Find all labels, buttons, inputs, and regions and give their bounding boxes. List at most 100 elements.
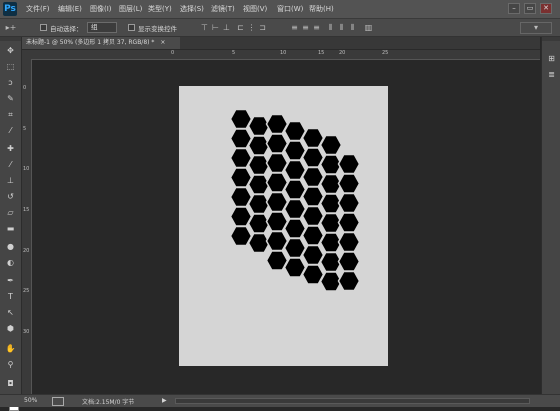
hexagon-shape[interactable]: [247, 115, 271, 137]
adjust-panel-icon[interactable]: ≣: [545, 69, 558, 80]
distribute-hcenter-icon[interactable]: ⦀: [337, 23, 346, 32]
hexagon-pattern[interactable]: [179, 86, 388, 366]
quick-select-icon[interactable]: ✎: [3, 93, 18, 105]
ruler-left-label: 0: [23, 85, 27, 91]
ruler-top-label: 5: [232, 50, 236, 56]
gradient-icon[interactable]: ▬: [3, 223, 18, 235]
align-hcenter-icon[interactable]: ⋮: [247, 23, 256, 32]
pen-icon[interactable]: ✒: [3, 275, 18, 287]
menu-select[interactable]: 选择(S): [180, 3, 204, 15]
hand-icon[interactable]: ✋: [3, 343, 18, 355]
hexagon-shape[interactable]: [337, 192, 361, 214]
hexagon-shape[interactable]: [337, 251, 361, 272]
menu-window[interactable]: 窗口(W): [277, 3, 303, 15]
align-bottom-icon[interactable]: ⊥: [222, 23, 231, 32]
move-tool-preset-icon[interactable]: ▸+: [4, 23, 18, 32]
ruler-top-label: 20: [339, 50, 346, 56]
document-tab-title: 未标题-1 @ 50% (多边形 1 拷贝 37, RGB/8) *: [26, 39, 155, 46]
hexagon-shape[interactable]: [247, 135, 271, 156]
type-icon[interactable]: T: [3, 291, 18, 303]
tab-close-icon[interactable]: ×: [160, 39, 165, 46]
ruler-left-label: 30: [23, 329, 30, 335]
auto-select-checkbox[interactable]: [40, 24, 47, 31]
align-left-icon[interactable]: ⊏: [236, 23, 245, 32]
right-panel-grip[interactable]: [542, 37, 560, 41]
distribute-top-icon[interactable]: ≡: [290, 23, 299, 32]
close-button[interactable]: ✕: [540, 3, 552, 14]
crop-icon[interactable]: ⌗: [3, 109, 18, 121]
menu-type[interactable]: 类型(Y): [148, 3, 172, 15]
hexagon-shape[interactable]: [337, 212, 361, 233]
healing-icon[interactable]: ✚: [3, 143, 18, 155]
hexagon-shape[interactable]: [247, 193, 271, 215]
menu-edit[interactable]: 编辑(E): [58, 3, 82, 15]
shape-icon[interactable]: ⬢: [3, 323, 18, 335]
quick-mask-icon[interactable]: ◘: [3, 378, 18, 390]
document-canvas[interactable]: [179, 86, 388, 366]
hexagon-shape[interactable]: [247, 213, 271, 234]
ruler-top-label: 25: [382, 50, 389, 56]
auto-select-dropdown[interactable]: 组: [87, 22, 117, 33]
restore-button[interactable]: ▭: [524, 3, 536, 14]
zoom-icon[interactable]: ⚲: [3, 359, 18, 371]
zoom-level[interactable]: 50%: [24, 397, 37, 404]
hexagon-shape[interactable]: [337, 231, 361, 253]
doc-size: 文档:2.15M/0 字节: [82, 399, 135, 406]
options-bar: ▸+ 自动选择： 组 显示变换控件 ⊤ ⊢ ⊥ ⊏ ⋮ ⊐ ≡ ≡ ≡ ⦀ ⦀ …: [0, 19, 560, 37]
distribute-right-icon[interactable]: ⦀: [348, 23, 357, 32]
dodge-icon[interactable]: ◐: [3, 257, 18, 269]
tools-panel-grip[interactable]: [0, 37, 21, 41]
ruler-left-label: 25: [23, 288, 30, 294]
lasso-icon[interactable]: ↄ: [3, 77, 18, 89]
menu-view[interactable]: 视图(V): [243, 3, 267, 15]
ruler-left-label: 15: [23, 207, 30, 213]
hexagon-shape[interactable]: [337, 270, 361, 292]
menu-bar: Ps 文件(F) 编辑(E) 图像(I) 图层(L) 类型(Y) 选择(S) 滤…: [0, 0, 560, 19]
hexagon-shape[interactable]: [337, 153, 361, 175]
menu-image[interactable]: 图像(I): [90, 3, 112, 15]
workspace-switcher-icon[interactable]: ▾: [520, 22, 552, 34]
show-transform-label: 显示变换控件: [138, 25, 177, 33]
blur-icon[interactable]: ●: [3, 241, 18, 253]
status-bar: 50% 文档:2.15M/0 字节 ▶: [0, 394, 560, 407]
document-tab[interactable]: 未标题-1 @ 50% (多边形 1 拷贝 37, RGB/8) * ×: [22, 37, 180, 49]
menu-file[interactable]: 文件(F): [26, 3, 50, 15]
hexagon-shape[interactable]: [319, 134, 343, 156]
distribute-vcenter-icon[interactable]: ≡: [301, 23, 310, 32]
ruler-top-label: 0: [171, 50, 175, 56]
move-icon[interactable]: ✥: [3, 45, 18, 57]
eraser-icon[interactable]: ▱: [3, 207, 18, 219]
menu-help[interactable]: 帮助(H): [309, 3, 334, 15]
photoshop-logo: Ps: [3, 2, 17, 16]
doc-preview-icon[interactable]: [52, 397, 64, 406]
auto-align-icon[interactable]: ▥: [364, 23, 373, 32]
right-panel-dock: ⊞ ≣: [541, 37, 560, 394]
path-select-icon[interactable]: ↖: [3, 307, 18, 319]
align-vcenter-icon[interactable]: ⊢: [211, 23, 220, 32]
auto-select-label: 自动选择：: [50, 25, 83, 33]
status-menu-arrow[interactable]: ▶: [162, 397, 167, 404]
minimize-button[interactable]: –: [508, 3, 520, 14]
hexagon-shape[interactable]: [337, 173, 361, 194]
show-transform-checkbox[interactable]: [128, 24, 135, 31]
distribute-bottom-icon[interactable]: ≡: [312, 23, 321, 32]
menu-filter[interactable]: 滤镜(T): [211, 3, 235, 15]
ruler-left-label: 20: [23, 248, 30, 254]
hexagon-shape[interactable]: [247, 174, 271, 195]
horizontal-ruler: 0 5 10 15 20 25: [22, 50, 540, 60]
hexagon-shape[interactable]: [247, 154, 271, 176]
history-panel-icon[interactable]: ⊞: [545, 53, 558, 64]
marquee-icon[interactable]: ⬚: [3, 61, 18, 73]
stamp-icon[interactable]: ⊥: [3, 175, 18, 187]
align-right-icon[interactable]: ⊐: [258, 23, 267, 32]
tools-panel: ✥ ⬚ ↄ ✎ ⌗ ⁄ ✚ ⁄ ⊥ ↺ ▱ ▬ ● ◐ ✒ T ↖ ⬢ ✋ ⚲ ◘: [0, 37, 22, 411]
hexagon-shape[interactable]: [247, 232, 271, 254]
align-top-icon[interactable]: ⊤: [200, 23, 209, 32]
horizontal-scrollbar[interactable]: [175, 398, 530, 404]
vertical-ruler: 0 5 10 15 20 25 30: [22, 59, 32, 394]
brush-icon[interactable]: ⁄: [3, 159, 18, 171]
distribute-left-icon[interactable]: ⦀: [326, 23, 335, 32]
menu-layer[interactable]: 图层(L): [119, 3, 142, 15]
history-brush-icon[interactable]: ↺: [3, 191, 18, 203]
eyedropper-icon[interactable]: ⁄: [3, 125, 18, 137]
